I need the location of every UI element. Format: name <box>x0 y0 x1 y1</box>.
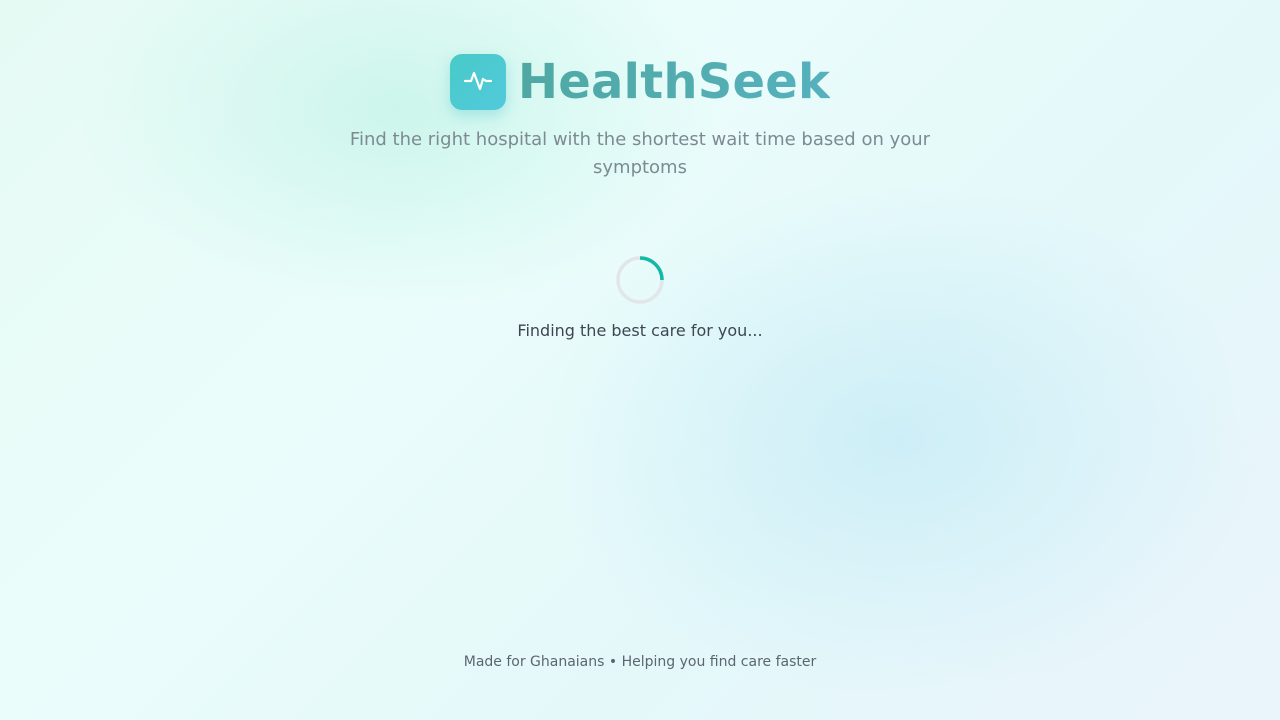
app-tagline: Find the right hospital with the shortes… <box>349 129 931 178</box>
loading-spinner-icon <box>615 255 665 305</box>
footer-text: Made for Ghanaians • Helping you find ca… <box>463 654 817 670</box>
app-title: HealthSeek <box>517 54 831 110</box>
app-logo <box>449 54 506 110</box>
heartbeat-pulse-icon <box>463 65 493 99</box>
loading-message: Finding the best care for you... <box>517 321 763 340</box>
app-page: HealthSeek Find the right hospital with … <box>0 0 1280 720</box>
app-header: HealthSeek <box>0 54 1280 110</box>
